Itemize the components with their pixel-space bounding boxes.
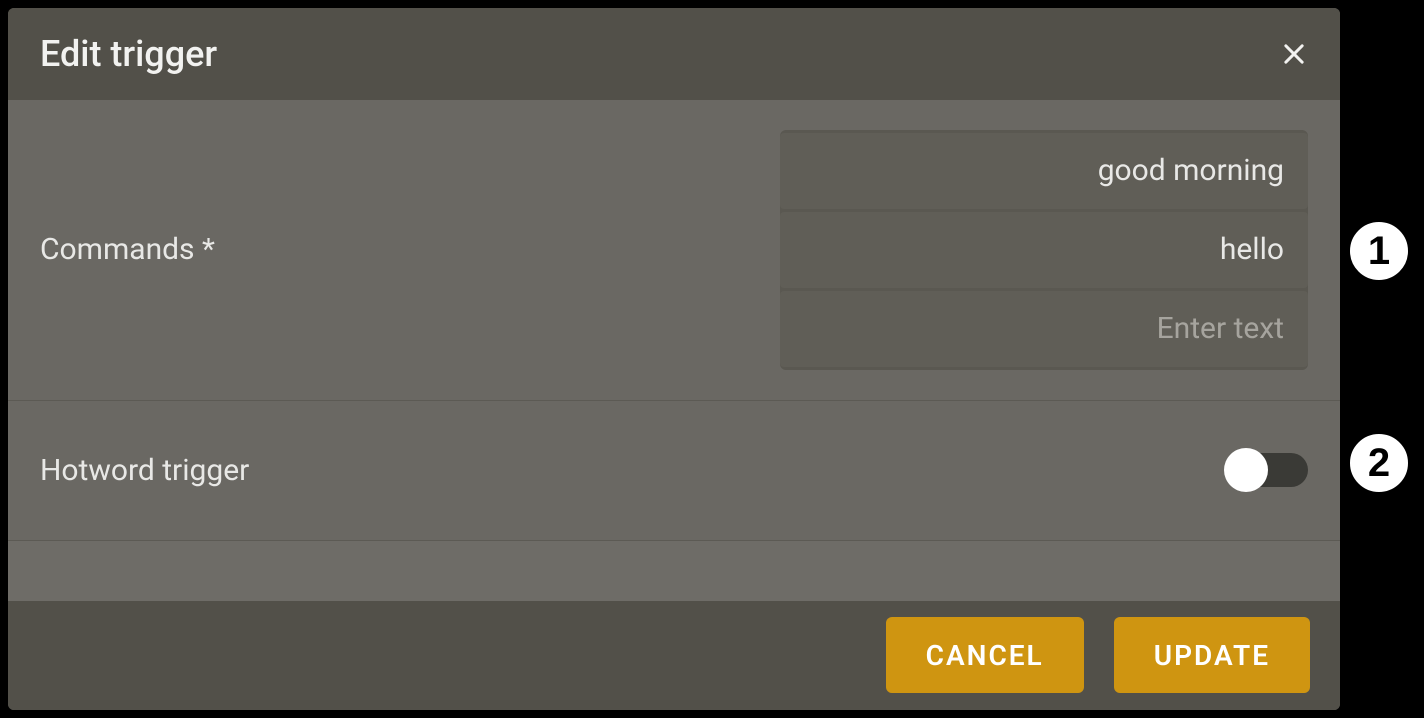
command-input-new[interactable] — [780, 291, 1308, 367]
commands-row: Commands * — [8, 100, 1340, 401]
filler-space — [8, 541, 1340, 601]
dialog-header: Edit trigger — [8, 8, 1340, 100]
hotword-toggle[interactable] — [1228, 453, 1308, 487]
dialog-footer: CANCEL UPDATE — [8, 601, 1340, 710]
annotation-2: 2 — [1344, 428, 1414, 498]
commands-stack — [780, 130, 1308, 370]
update-button[interactable]: UPDATE — [1114, 617, 1310, 693]
commands-label: Commands * — [40, 232, 780, 267]
hotword-row: Hotword trigger — [8, 401, 1340, 541]
edit-trigger-dialog: Edit trigger Commands * Hotword trigger — [8, 8, 1340, 710]
dialog-body: Commands * Hotword trigger — [8, 100, 1340, 601]
close-icon[interactable] — [1276, 36, 1312, 72]
hotword-label: Hotword trigger — [40, 453, 1228, 488]
command-input-0[interactable] — [780, 133, 1308, 209]
toggle-knob — [1224, 448, 1268, 492]
annotation-1: 1 — [1344, 216, 1414, 286]
dialog-title: Edit trigger — [40, 33, 217, 75]
command-input-1[interactable] — [780, 212, 1308, 288]
cancel-button[interactable]: CANCEL — [886, 617, 1084, 693]
